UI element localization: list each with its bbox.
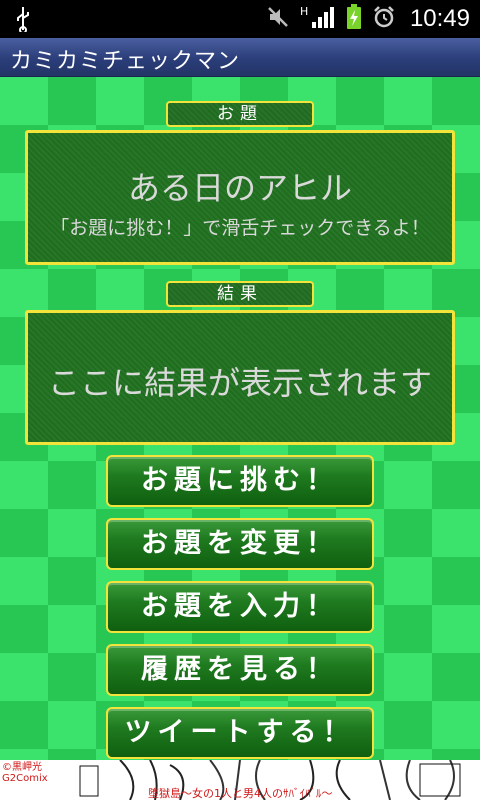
ad-caption: 堕獄島〜女の1人と男4人のｻﾊﾞｲﾊﾞﾙ〜 [148, 787, 333, 800]
signal-h-icon: H [300, 4, 336, 34]
topic-tag: お題 [166, 101, 314, 127]
view-history-button[interactable]: 履歴を見る！ [106, 644, 374, 696]
result-text: ここに結果が表示されます [47, 364, 432, 402]
ad-banner[interactable]: ©黒岬光 G2Comix 堕獄島〜女の1人と男4人のｻﾊﾞｲﾊﾞﾙ〜 [0, 760, 480, 800]
mute-icon [266, 5, 290, 33]
topic-text: ある日のアヒル [127, 169, 352, 207]
challenge-topic-button[interactable]: お題に挑む！ [106, 455, 374, 507]
ad-credit-line2: G2Comix [2, 773, 48, 784]
clock-time: 10:49 [409, 5, 470, 32]
result-tag: 結果 [166, 281, 314, 307]
main-content: お題 ある日のアヒル 「お題に挑む！」で滑舌チェックできるよ！ 結果 ここに結果… [0, 77, 480, 760]
app-title-bar: カミカミチェックマン [0, 38, 480, 77]
tweet-button[interactable]: ツイートする！ [106, 707, 374, 759]
ad-credit: ©黒岬光 G2Comix [2, 762, 48, 784]
input-topic-button[interactable]: お題を入力！ [106, 581, 374, 633]
ad-credit-line1: ©黒岬光 [2, 762, 42, 773]
app-title: カミカミチェックマン [10, 49, 241, 74]
usb-icon [14, 6, 32, 36]
svg-text:H: H [300, 5, 308, 18]
change-topic-button[interactable]: お題を変更！ [106, 518, 374, 570]
battery-charging-icon [346, 4, 362, 34]
status-bar: H 10:49 [0, 0, 480, 38]
topic-hint: 「お題に挑む！」で滑舌チェックできるよ！ [50, 217, 430, 239]
topic-panel: ある日のアヒル 「お題に挑む！」で滑舌チェックできるよ！ [25, 130, 455, 265]
alarm-icon [372, 5, 396, 33]
result-panel: ここに結果が表示されます [25, 310, 455, 445]
